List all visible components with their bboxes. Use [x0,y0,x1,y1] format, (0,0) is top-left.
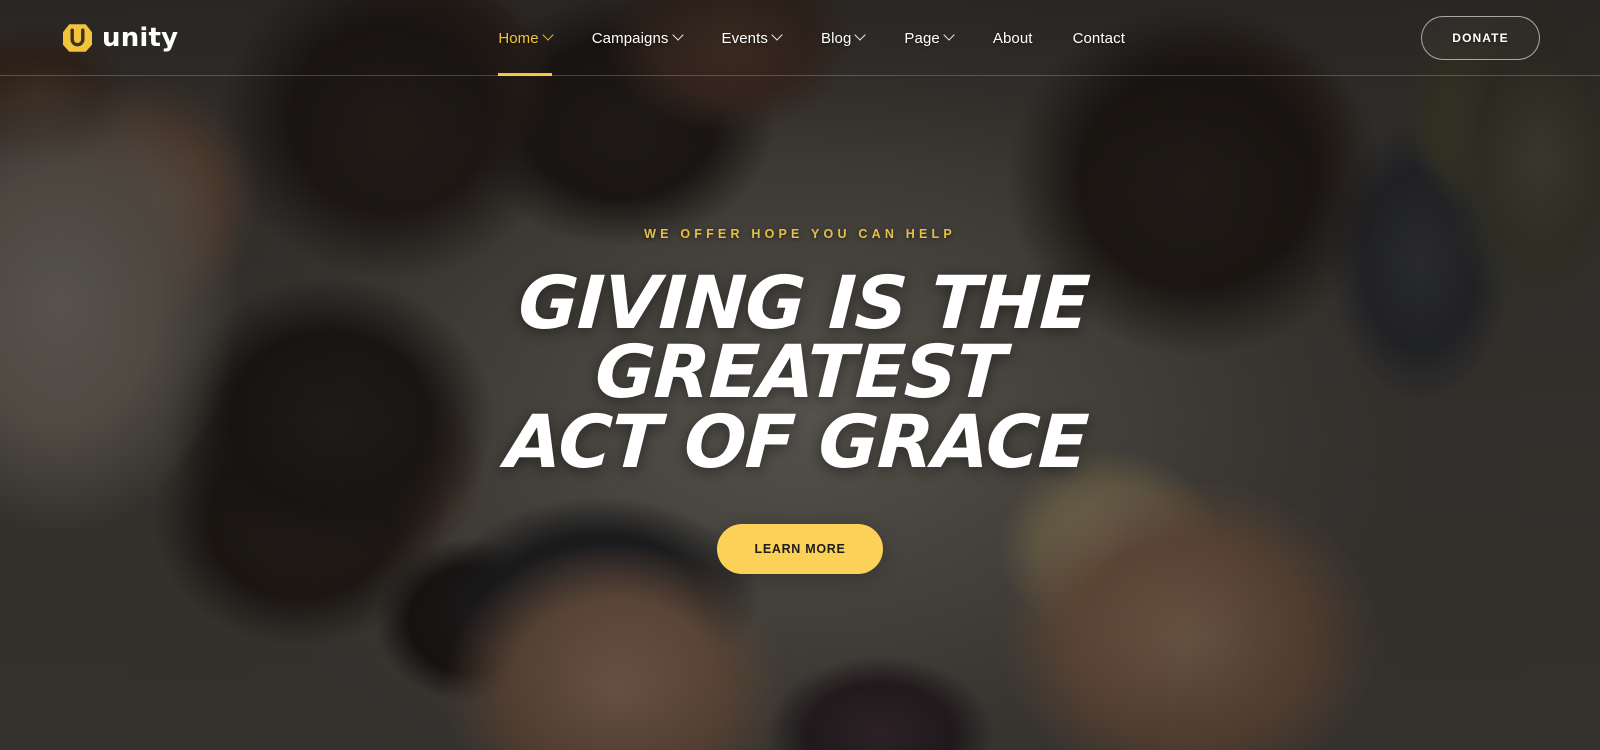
nav-item-campaigns-label: Campaigns [591,29,669,47]
nav-item-page-label: Page [904,29,940,47]
learn-more-button[interactable]: LEARN MORE [717,523,883,574]
nav-active-indicator [498,73,552,76]
nav-item-home-label: Home [498,29,539,47]
hero-title-line-3: ACT OF GRACE [503,399,1090,485]
nav-item-campaigns[interactable]: Campaigns [572,0,702,76]
chevron-down-icon [943,29,955,41]
chevron-down-icon [671,29,684,41]
chevron-down-icon [771,29,783,41]
nav-item-contact[interactable]: Contact [1053,0,1145,76]
nav-item-home[interactable]: Home [478,0,571,76]
nav-item-blog[interactable]: Blog [801,0,884,76]
nav-item-blog-label: Blog [820,29,852,47]
nav-item-events-label: Events [721,29,768,47]
hero-content: WE OFFER HOPE YOU CAN HELP GIVING IS THE… [0,0,1600,574]
brand-name: unity [102,23,179,53]
site-header: unity Home Campaigns Events Blog Page Ab… [0,0,1600,76]
chevron-down-icon [854,29,867,41]
nav-item-contact-label: Contact [1072,29,1125,47]
hero-section: unity Home Campaigns Events Blog Page Ab… [0,0,1600,750]
hero-title-line-2: GREATEST [593,329,1008,415]
unity-hexagon-logo-icon [62,23,93,53]
brand-logo[interactable]: unity [62,23,178,53]
nav-item-about-label: About [992,29,1033,47]
nav-item-events[interactable]: Events [702,0,801,76]
hero-title-line-1: GIVING IS THE [516,260,1091,346]
hero-title: GIVING IS THE GREATEST ACT OF GRACE [503,260,1096,485]
nav-item-page[interactable]: Page [884,0,972,76]
main-navigation: Home Campaigns Events Blog Page About Co… [478,0,1421,76]
nav-item-about[interactable]: About [973,0,1053,76]
donate-button[interactable]: DONATE [1421,16,1540,60]
hero-eyebrow: WE OFFER HOPE YOU CAN HELP [644,227,956,241]
chevron-down-icon [542,29,554,41]
